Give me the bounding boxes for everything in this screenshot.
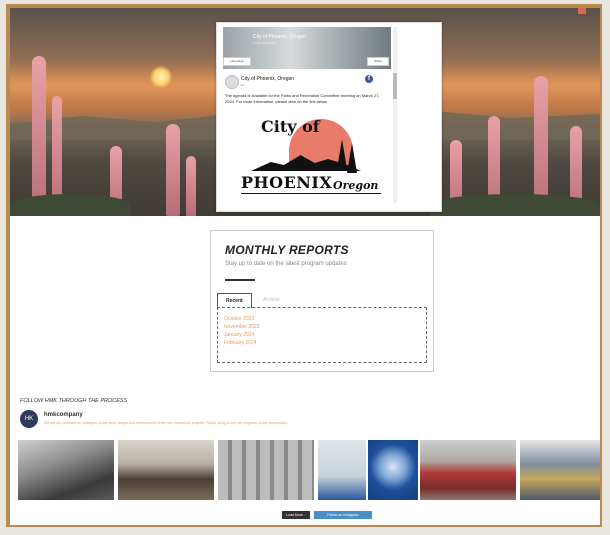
facebook-icon[interactable]: f: [365, 75, 373, 83]
fb-post-text: The agenda is available for the Parks an…: [225, 93, 380, 104]
reports-list: October 2023 November 2023 January 2024 …: [217, 307, 427, 363]
instagram-photo[interactable]: [420, 440, 516, 500]
report-link[interactable]: November 2023: [224, 324, 260, 330]
report-link[interactable]: October 2023: [224, 316, 254, 322]
fb-like-button[interactable]: Like Page: [223, 57, 251, 66]
fb-share-button[interactable]: Share: [367, 57, 389, 66]
logo-oregon-text: Oregon: [333, 179, 379, 192]
tab-recent[interactable]: Recent: [217, 293, 252, 308]
instagram-handle[interactable]: hmkcompany: [44, 412, 83, 418]
reports-subtitle: Stay up to date on the latest program up…: [225, 261, 347, 267]
sun-icon: [150, 66, 172, 88]
load-more-button[interactable]: Load More...: [282, 511, 310, 519]
city-logo: City of PHOENIX Oregon: [241, 117, 381, 201]
reports-divider: [225, 279, 255, 281]
instagram-photo[interactable]: [118, 440, 214, 500]
follow-instagram-button[interactable]: Follow on Instagram: [314, 511, 372, 519]
monthly-reports-card: MONTHLY REPORTS Stay up to date on the l…: [210, 230, 434, 372]
fb-scroll-thumb[interactable]: [393, 73, 397, 99]
instagram-photo[interactable]: [368, 440, 418, 500]
lupine-flower: [32, 56, 46, 216]
lupine-flower: [166, 124, 180, 216]
corner-marker: [578, 8, 586, 14]
page: City of Phoenix, Oregon 1.4K followers L…: [10, 8, 600, 525]
report-link[interactable]: February 2024: [224, 340, 257, 346]
instagram-avatar[interactable]: HK: [20, 410, 38, 428]
instagram-photo[interactable]: [318, 440, 366, 500]
foliage: [10, 194, 130, 216]
logo-city-text: City of: [261, 117, 320, 136]
foliage: [430, 194, 600, 216]
fb-follower-count: 1.4K followers: [253, 41, 275, 45]
facebook-widget[interactable]: City of Phoenix, Oregon 1.4K followers L…: [216, 22, 442, 212]
fb-scrollbar[interactable]: [393, 27, 397, 203]
instagram-photo[interactable]: [520, 440, 600, 500]
fb-page-avatar[interactable]: [225, 75, 239, 89]
report-link[interactable]: January 2024: [224, 332, 254, 338]
logo-phoenix-text: PHOENIX: [241, 173, 333, 192]
reports-title: MONTHLY REPORTS: [225, 243, 349, 257]
lupine-flower: [186, 156, 196, 216]
logo-underline: [241, 193, 381, 194]
hero-banner: City of Phoenix, Oregon 1.4K followers L…: [10, 8, 600, 216]
fb-page-name[interactable]: City of Phoenix, Oregon: [241, 76, 294, 82]
fb-cover-title[interactable]: City of Phoenix, Oregon: [253, 34, 306, 40]
instagram-photo[interactable]: [218, 440, 314, 500]
fb-post-time: 2d: [241, 83, 245, 87]
instagram-photo[interactable]: [18, 440, 114, 500]
follow-section-title: FOLLOW HMK THROUGH THE PROCESS: [20, 398, 128, 404]
tab-archive[interactable]: Archive: [255, 293, 288, 307]
instagram-bio: We are the company on Instagram of the b…: [44, 421, 289, 425]
